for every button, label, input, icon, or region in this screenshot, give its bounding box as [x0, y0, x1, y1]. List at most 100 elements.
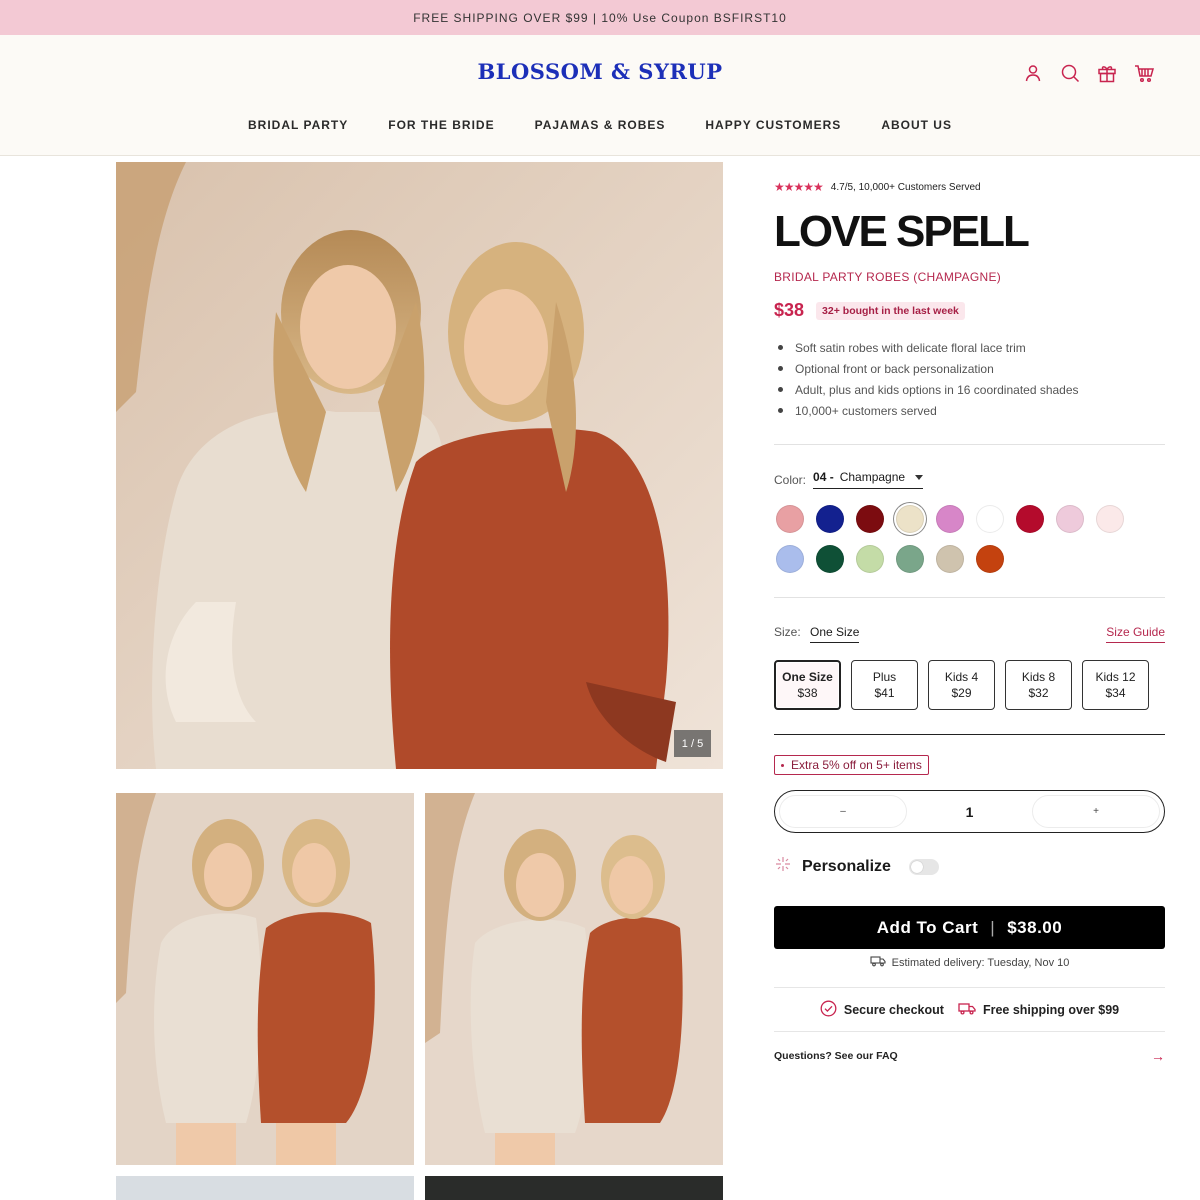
quantity-decrease-button[interactable]: – [779, 795, 907, 828]
size-option-kids-4[interactable]: Kids 4 $29 [928, 660, 995, 710]
color-swatch[interactable] [776, 505, 804, 533]
size-option-price: $32 [1028, 686, 1049, 700]
color-code: 04 - [813, 470, 834, 484]
quantity-stepper: – 1 + [774, 790, 1165, 833]
header-icons [1023, 63, 1154, 83]
add-to-cart-button[interactable]: Add To Cart | $38.00 [774, 906, 1165, 949]
feature-item: 10,000+ customers served [774, 400, 1166, 421]
main-nav: BRIDAL PARTY FOR THE BRIDE PAJAMAS & ROB… [0, 118, 1200, 132]
feature-item: Soft satin robes with delicate floral la… [774, 337, 1166, 358]
quantity-value[interactable]: 1 [966, 804, 974, 820]
size-option-price: $29 [951, 686, 972, 700]
dot-icon [781, 763, 784, 767]
color-selector: Color: 04 - Champagne [774, 470, 924, 489]
size-option-name: Plus [872, 670, 897, 684]
check-circle-icon [820, 1000, 837, 1020]
free-shipping-badge: Free shipping over $99 [958, 1002, 1119, 1018]
rating-text: 4.7/5, 10,000+ Customers Served [830, 181, 981, 193]
color-swatch[interactable] [776, 545, 804, 573]
nav-happy-customers[interactable]: HAPPY CUSTOMERS [705, 118, 841, 132]
size-option-kids-12[interactable]: Kids 12 $34 [1082, 660, 1149, 710]
product-thumbnail[interactable] [425, 793, 723, 1165]
divider [774, 597, 1165, 598]
truck-icon [870, 955, 886, 970]
arrow-right-icon: → [1151, 1048, 1165, 1064]
image-counter: 1 / 5 [674, 730, 711, 757]
estimated-delivery-text: Estimated delivery: Tuesday, Nov 10 [891, 956, 1070, 969]
color-swatch[interactable] [816, 545, 844, 573]
nav-for-the-bride[interactable]: FOR THE BRIDE [388, 118, 494, 132]
brand-logo[interactable]: BLOSSOM & SYRUP [0, 59, 1200, 84]
color-swatch[interactable] [936, 545, 964, 573]
color-swatch[interactable] [816, 505, 844, 533]
color-swatches [776, 505, 1136, 573]
secure-checkout-text: Secure checkout [843, 1002, 944, 1017]
size-label: Size: [774, 625, 801, 639]
product-thumbnail[interactable] [116, 1176, 414, 1200]
nav-pajamas-robes[interactable]: PAJAMAS & ROBES [535, 118, 666, 132]
quantity-increase-button[interactable]: + [1031, 795, 1160, 828]
product-info: ★★★★★ 4.7/5, 10,000+ Customers Served LO… [774, 178, 1166, 421]
color-swatch[interactable] [976, 545, 1004, 573]
color-name: Champagne [839, 470, 906, 484]
divider [774, 734, 1165, 735]
color-swatch[interactable] [896, 505, 924, 533]
size-option-price: $34 [1105, 686, 1126, 700]
product-price: $38 [774, 300, 805, 320]
chevron-down-icon [915, 474, 924, 480]
star-rating-icon: ★★★★★ [774, 180, 824, 194]
trust-badges: Secure checkout Free shipping over $99 [774, 987, 1165, 1032]
price-row: $38 32+ bought in the last week [774, 300, 1166, 321]
size-option-name: Kids 12 [1095, 670, 1136, 684]
truck-icon [958, 1002, 976, 1018]
size-option-plus[interactable]: Plus $41 [851, 660, 918, 710]
add-to-cart-separator: | [990, 917, 996, 937]
size-guide-link[interactable]: Size Guide [1106, 625, 1165, 643]
free-shipping-text: Free shipping over $99 [982, 1002, 1120, 1017]
personalize-toggle[interactable] [908, 858, 939, 875]
personalize-row: Personalize [774, 855, 939, 878]
search-icon[interactable] [1060, 63, 1080, 83]
color-label: Color: [774, 472, 807, 487]
size-option-one-size[interactable]: One Size $38 [774, 660, 841, 710]
nav-about-us[interactable]: ABOUT US [881, 118, 952, 132]
account-icon[interactable] [1023, 63, 1043, 83]
size-options: One Size $38 Plus $41 Kids 4 $29 Kids 8 … [774, 660, 1149, 710]
size-option-kids-8[interactable]: Kids 8 $32 [1005, 660, 1072, 710]
product-thumbnail[interactable] [425, 1176, 723, 1200]
color-swatch[interactable] [856, 545, 884, 573]
color-swatch[interactable] [1096, 505, 1124, 533]
color-swatch[interactable] [976, 505, 1004, 533]
feature-list: Soft satin robes with delicate floral la… [774, 337, 1166, 421]
product-thumbnail[interactable] [116, 793, 414, 1165]
size-option-price: $38 [797, 686, 818, 700]
size-selector: Size: One Size Size Guide [774, 625, 1165, 643]
nav-bridal-party[interactable]: BRIDAL PARTY [248, 118, 348, 132]
color-swatch[interactable] [856, 505, 884, 533]
main-product-image[interactable]: 1 / 5 [116, 162, 723, 769]
color-swatch[interactable] [1016, 505, 1044, 533]
color-swatch[interactable] [1056, 505, 1084, 533]
announcement-bar: FREE SHIPPING OVER $99 | 10% Use Coupon … [0, 0, 1200, 35]
size-option-name: Kids 4 [944, 670, 979, 684]
cart-icon[interactable] [1134, 63, 1154, 83]
color-dropdown[interactable]: 04 - Champagne [813, 470, 924, 489]
color-swatch[interactable] [936, 505, 964, 533]
gift-icon[interactable] [1097, 63, 1117, 83]
bulk-discount-text: Extra 5% off on 5+ items [791, 758, 922, 772]
announcement-text: FREE SHIPPING OVER $99 | 10% Use Coupon … [413, 10, 787, 25]
product-subtitle: BRIDAL PARTY ROBES (CHAMPAGNE) [774, 270, 1002, 284]
size-option-price: $41 [874, 686, 895, 700]
rating-summary: ★★★★★ 4.7/5, 10,000+ Customers Served [774, 178, 1166, 196]
size-option-name: One Size [782, 670, 833, 684]
product-title: LOVE SPELL [774, 207, 1030, 256]
site-header: BLOSSOM & SYRUP BRIDAL PARTY FOR THE BRI… [0, 35, 1200, 156]
feature-item: Adult, plus and kids options in 16 coord… [774, 379, 1166, 400]
sparkle-icon [774, 855, 792, 878]
size-option-name: Kids 8 [1021, 670, 1056, 684]
size-value: One Size [810, 625, 860, 643]
divider [774, 444, 1165, 445]
color-swatch[interactable] [896, 545, 924, 573]
bought-badge: 32+ bought in the last week [816, 301, 965, 320]
faq-link[interactable]: Questions? See our FAQ → [774, 1048, 1165, 1064]
